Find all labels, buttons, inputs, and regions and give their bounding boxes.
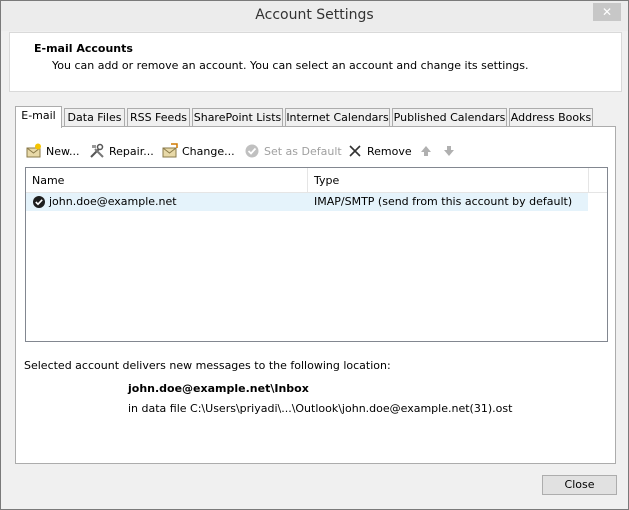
accounts-list: Name Type john.doe@example.net IMAP/SMTP…: [25, 167, 608, 342]
column-header-name[interactable]: Name: [26, 168, 308, 193]
tab-email[interactable]: E-mail: [15, 106, 62, 128]
window-close-button[interactable]: ✕: [593, 3, 621, 21]
account-name: john.doe@example.net: [49, 195, 177, 208]
account-settings-window: Account Settings ✕ E-mail Accounts You c…: [0, 0, 629, 510]
account-row[interactable]: john.doe@example.net IMAP/SMTP (send fro…: [26, 193, 588, 211]
remove-x-icon: [347, 143, 363, 159]
repair-tools-icon: [89, 143, 105, 159]
arrow-up-icon: [418, 143, 434, 159]
remove-button[interactable]: Remove: [347, 142, 412, 160]
tab-data-files[interactable]: Data Files: [64, 108, 125, 127]
checkmark-circle-icon: [244, 143, 260, 159]
tab-published-calendars[interactable]: Published Calendars: [392, 108, 507, 127]
tab-internet-calendars[interactable]: Internet Calendars: [285, 108, 390, 127]
tab-rss-feeds[interactable]: RSS Feeds: [127, 108, 190, 127]
move-down-button[interactable]: [441, 142, 461, 160]
title-bar: Account Settings ✕: [1, 1, 628, 31]
change-button[interactable]: Change...: [162, 142, 235, 160]
change-account-icon: [162, 143, 178, 159]
remove-button-label: Remove: [367, 144, 412, 158]
delivery-inbox-path: john.doe@example.net\Inbox: [128, 382, 309, 395]
account-type: IMAP/SMTP (send from this account by def…: [314, 195, 573, 208]
window-title: Account Settings: [255, 7, 374, 23]
change-button-label: Change...: [182, 144, 235, 158]
tab-address-books[interactable]: Address Books: [509, 108, 593, 127]
tab-sharepoint-lists[interactable]: SharePoint Lists: [192, 108, 283, 127]
move-up-button[interactable]: [418, 142, 438, 160]
set-as-default-label: Set as Default: [264, 144, 342, 158]
header-title: E-mail Accounts: [34, 42, 133, 55]
set-as-default-button[interactable]: Set as Default: [244, 142, 342, 160]
new-button[interactable]: New...: [26, 142, 79, 160]
close-button[interactable]: Close: [542, 475, 617, 495]
header-panel: E-mail Accounts You can add or remove an…: [9, 32, 622, 92]
column-header-type[interactable]: Type: [308, 168, 589, 193]
new-account-icon: [26, 143, 42, 159]
delivery-label: Selected account delivers new messages t…: [24, 359, 391, 372]
arrow-down-icon: [441, 143, 457, 159]
email-tab-panel: New... Repair... Change... Set as Defaul…: [15, 126, 616, 464]
accounts-list-header: Name Type: [26, 168, 607, 193]
delivery-data-file: in data file C:\Users\priyadi\...\Outloo…: [128, 402, 513, 415]
default-account-check-icon: [32, 193, 48, 211]
new-button-label: New...: [46, 144, 80, 158]
header-description: You can add or remove an account. You ca…: [52, 59, 529, 72]
repair-button[interactable]: Repair...: [89, 142, 154, 160]
repair-button-label: Repair...: [109, 144, 154, 158]
